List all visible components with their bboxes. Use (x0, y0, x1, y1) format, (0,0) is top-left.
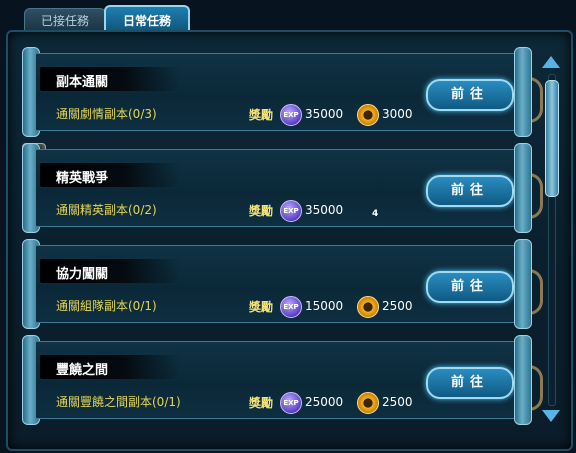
quest-description: 通關劇情副本(0/3) (56, 107, 157, 121)
quest-description: 通關豐饒之間副本(0/1) (56, 395, 181, 409)
coin-icon (357, 296, 379, 318)
scroll-roll-right (514, 47, 532, 137)
exp-reward-value: 35000 (305, 203, 344, 217)
quest-title: 協力闖關 (56, 267, 109, 282)
scroll-roll-right (514, 143, 532, 233)
quest-row: 精英戰爭 通關精英副本(0/2) 獎勵 EXP 35000 4 前往 (22, 143, 543, 233)
coin-reward-value: 2500 (382, 395, 413, 409)
reward-label: 獎勵 (249, 204, 274, 218)
go-button[interactable]: 前往 (426, 271, 514, 303)
exp-reward-value: 25000 (305, 395, 344, 409)
exp-icon: EXP (280, 296, 302, 318)
quest-row: 豐饒之間 通關豐饒之間副本(0/1) 獎勵 EXP 25000 2500 前往 (22, 335, 543, 425)
quest-description: 通關組隊副本(0/1) (56, 299, 157, 313)
coin-icon (357, 392, 379, 414)
scroll-down-arrow-icon[interactable] (542, 410, 560, 422)
go-button[interactable]: 前往 (426, 79, 514, 111)
reward-label: 獎勵 (249, 300, 274, 314)
scroll-up-arrow-icon[interactable] (542, 56, 560, 68)
exp-reward-value: 35000 (305, 107, 344, 121)
quest-row: 副本通關 通關劇情副本(0/3) 獎勵 EXP 35000 3000 前往 (22, 47, 543, 137)
hero-count-badge: 4 (372, 209, 379, 219)
scrollbar[interactable] (540, 50, 562, 430)
go-button[interactable]: 前往 (426, 175, 514, 207)
exp-reward-value: 15000 (305, 299, 344, 313)
go-button[interactable]: 前往 (426, 367, 514, 399)
quest-description: 通關精英副本(0/2) (56, 203, 157, 217)
coin-reward-value: 2500 (382, 299, 413, 313)
scroll-roll-right (514, 239, 532, 329)
reward-label: 獎勵 (249, 108, 274, 122)
exp-icon: EXP (280, 200, 302, 222)
coin-icon (357, 104, 379, 126)
scroll-thumb[interactable] (545, 80, 559, 197)
quest-title: 豐饒之間 (56, 363, 109, 378)
coin-reward-value: 3000 (382, 107, 413, 121)
exp-icon: EXP (280, 392, 302, 414)
quest-row: 協力闖關 通關組隊副本(0/1) 獎勵 EXP 15000 2500 前往 (22, 239, 543, 329)
reward-label: 獎勵 (249, 396, 274, 410)
quest-title: 副本通關 (56, 75, 109, 90)
scroll-roll-right (514, 335, 532, 425)
exp-icon: EXP (280, 104, 302, 126)
quest-title: 精英戰爭 (56, 171, 109, 186)
